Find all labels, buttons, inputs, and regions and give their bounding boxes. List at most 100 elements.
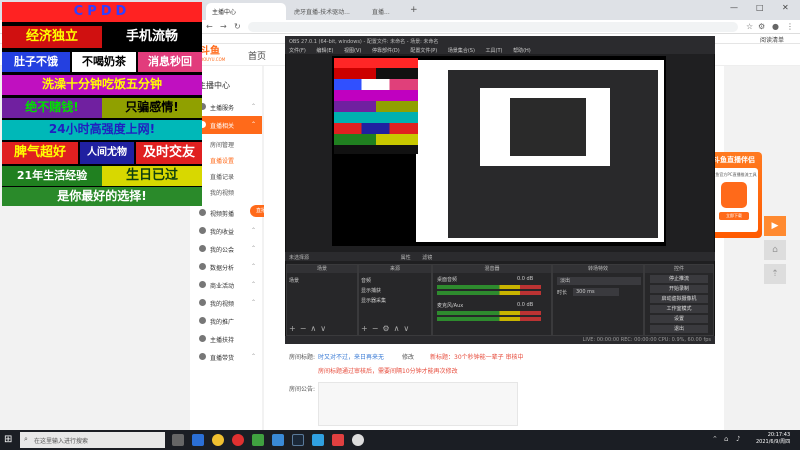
announcement-textarea[interactable] — [318, 382, 518, 426]
maximize-button[interactable]: □ — [756, 3, 764, 12]
back-icon[interactable]: ← — [206, 22, 213, 32]
properties-button[interactable]: 属性 — [401, 255, 411, 261]
edge-icon[interactable] — [192, 434, 204, 446]
clock-time: 20:17:43 — [767, 432, 791, 438]
sidebar-item-promo[interactable]: 我的推广 — [190, 312, 262, 330]
duration-input[interactable]: 300 ms — [573, 288, 619, 296]
chevron-down-icon: ⌃ — [250, 103, 256, 110]
site-logo[interactable]: 斗鱼 DOUYU.COM — [200, 46, 240, 64]
sidebar-item-income[interactable]: 我的收益 ⌃ — [190, 222, 262, 240]
menu-docks[interactable]: 停靠部件(D) — [372, 47, 400, 54]
menu-file[interactable]: 文件(F) — [289, 47, 306, 54]
menu-edit[interactable]: 编辑(E) — [316, 47, 333, 54]
close-window-button[interactable]: ✕ — [782, 3, 789, 12]
filters-button[interactable]: 滤镜 — [422, 255, 432, 261]
sidebar-item-guild[interactable]: 我的公会 ⌃ — [190, 240, 262, 258]
source-controls[interactable]: +−⚙∧∨ — [361, 324, 413, 333]
sidebar-item-label: 直播相关 — [210, 123, 235, 130]
volume-icon[interactable]: ♪ — [736, 435, 740, 443]
chevron-down-icon: ⌃ — [250, 353, 256, 360]
menu-view[interactable]: 视图(V) — [344, 47, 361, 54]
transition-select[interactable]: 淡出 — [557, 277, 641, 285]
tab-label: 主播中心 — [212, 9, 237, 16]
promo-icon — [199, 317, 206, 324]
overlay-tag: 生日已过 — [102, 166, 202, 186]
download-button[interactable]: 立即下载 — [719, 212, 749, 220]
extensions-icon[interactable]: ⚙ — [758, 22, 765, 32]
minimize-button[interactable]: — — [730, 3, 738, 12]
tab-label: 直播... — [372, 9, 390, 16]
taskbar-search-input[interactable]: 在这里输入进行搜索 — [20, 432, 165, 448]
overlay-tag: 经济独立 — [2, 26, 102, 48]
menu-profile[interactable]: 配置文件(P) — [410, 47, 437, 54]
obs-icon[interactable] — [352, 434, 364, 446]
steam-icon[interactable] — [292, 434, 304, 446]
tab-anchor-center[interactable]: 主播中心 — [206, 3, 286, 20]
nav-home-link[interactable]: 首页 — [248, 49, 266, 62]
windows-start-icon[interactable]: ⊞ — [4, 434, 16, 446]
sidebar-item-label: 主播服务 — [210, 105, 235, 112]
audio-meter — [437, 317, 541, 321]
obs-source-toolbar: 未选择源 属性 滤镜 — [285, 252, 715, 261]
overlay-tag: 21年生活经验 — [2, 166, 102, 186]
source-item[interactable]: 显示捕获 — [361, 287, 429, 294]
sidebar-item-business[interactable]: 商业活动 ⌃ — [190, 276, 262, 294]
menu-tools[interactable]: 工具(T) — [486, 47, 503, 54]
app-icon[interactable] — [312, 434, 324, 446]
stop-streaming-button[interactable]: 停止推流 — [650, 275, 708, 283]
sidebar-item-shop[interactable]: 直播带货 ⌃ — [190, 348, 262, 366]
overlay-tag: 及时交友 — [136, 142, 202, 164]
sidebar-item-support[interactable]: 主播扶持 — [190, 330, 262, 348]
address-bar[interactable] — [248, 22, 738, 32]
sidebar-item-label: 主播扶持 — [210, 337, 235, 344]
forward-icon[interactable]: → — [220, 22, 227, 32]
sources-dock-title: 来源 — [359, 265, 431, 273]
scenes-dock-title: 场景 — [287, 265, 357, 273]
duration-label: 时长 — [557, 290, 568, 296]
star-icon[interactable]: ☆ — [746, 22, 753, 32]
clock-date: 2021/6/9/周四 — [756, 439, 791, 445]
chrome-icon[interactable] — [212, 434, 224, 446]
tab-huya[interactable]: 虎牙直播-技术驱动... — [288, 3, 366, 20]
taskbar-clock[interactable]: 20:17:43 2021/6/9/周四 — [756, 432, 790, 446]
source-item[interactable]: 音频 — [361, 277, 429, 284]
source-item[interactable]: 显示器采集 — [361, 297, 429, 304]
menu-scene-collection[interactable]: 场景集合(S) — [448, 47, 475, 54]
audio-meter — [437, 291, 541, 295]
play-icon[interactable]: ▶ — [764, 216, 786, 236]
tab-third[interactable]: 直播... — [366, 3, 406, 20]
overlay-tag: 人间尤物 — [80, 142, 134, 164]
app-icon[interactable] — [252, 434, 264, 446]
settings-button[interactable]: 设置 — [650, 315, 708, 323]
analytics-icon — [199, 263, 206, 270]
reload-icon[interactable]: ↻ — [234, 22, 241, 32]
home-icon[interactable]: ⌂ — [764, 240, 786, 260]
sidebar-item-my-video[interactable]: 我的视频 ⌃ — [190, 294, 262, 312]
app-icon[interactable] — [272, 434, 284, 446]
sidebar-header: 主播中心 — [198, 81, 230, 90]
tray-up-icon[interactable]: ⌃ — [712, 435, 718, 443]
network-icon[interactable]: ⌂ — [724, 435, 728, 443]
exit-button[interactable]: 退出 — [650, 325, 708, 333]
virtual-camera-button[interactable]: 启动虚拟摄像机 — [650, 295, 708, 303]
promo-subtitle: 斗鱼官方PC直播推流工具 — [711, 172, 757, 177]
start-recording-button[interactable]: 开始录制 — [650, 285, 708, 293]
scene-controls[interactable]: +−∧∨ — [289, 324, 330, 333]
overlay-tag: 只骗感情! — [102, 98, 202, 118]
app-icon[interactable] — [332, 434, 344, 446]
new-tab-button[interactable]: + — [410, 5, 418, 15]
guild-icon — [199, 245, 206, 252]
reading-list-link[interactable]: 阅读清单 — [760, 35, 784, 44]
task-view-icon[interactable] — [172, 434, 184, 446]
modify-title-link[interactable]: 修改 — [402, 352, 414, 361]
app-icon[interactable] — [232, 434, 244, 446]
menu-icon[interactable]: ⋮ — [786, 22, 794, 32]
avatar[interactable]: ● — [772, 22, 779, 32]
scene-item[interactable]: 场景 — [289, 277, 355, 284]
overlay-tag: 脾气超好 — [2, 142, 78, 164]
sidebar-item-analytics[interactable]: 数据分析 ⌃ — [190, 258, 262, 276]
top-icon[interactable]: ⇡ — [764, 264, 786, 284]
menu-help[interactable]: 帮助(H) — [513, 47, 531, 54]
studio-mode-button[interactable]: 工作室模式 — [650, 305, 708, 313]
obs-titlebar: OBS 27.0.1 (64-bit, windows) - 配置文件: 未命名… — [285, 36, 715, 45]
